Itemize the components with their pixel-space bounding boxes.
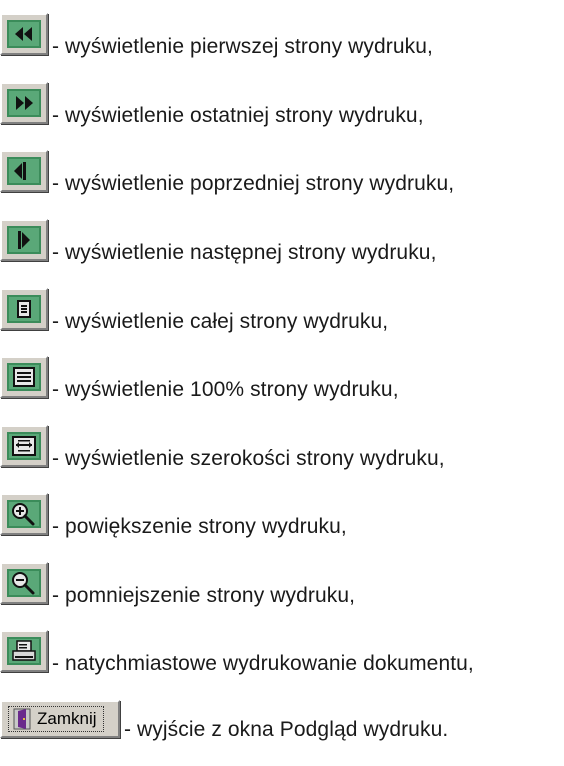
next-page-icon: [7, 226, 41, 254]
legend-row-zoom-out: - pomniejszenie strony wydruku,: [0, 562, 356, 607]
full-size-page-button[interactable]: [0, 356, 48, 398]
legend-text-previous-page: - wyświetlenie poprzedniej strony wydruk…: [52, 172, 455, 195]
legend-row-print: - natychmiastowe wydrukowanie dokumentu,: [0, 630, 474, 675]
previous-page-button[interactable]: [0, 150, 48, 192]
last-page-button[interactable]: [0, 82, 48, 124]
legend-row-whole-page: - wyświetlenie całej strony wydruku,: [0, 288, 389, 333]
legend-row-first-page: - wyświetlenie pierwszej strony wydruku,: [0, 13, 433, 58]
print-icon: [7, 637, 41, 665]
legend-row-close: Zamknij - wyjście z okna Podgląd wydruku…: [0, 700, 449, 741]
first-page-icon: [7, 20, 41, 48]
legend-text-page-width: - wyświetlenie szerokości strony wydruku…: [52, 447, 445, 470]
zoom-in-button[interactable]: [0, 493, 48, 535]
legend-row-previous-page: - wyświetlenie poprzedniej strony wydruk…: [0, 150, 455, 195]
legend-text-zoom-in: - powiększenie strony wydruku,: [52, 515, 347, 538]
legend-text-first-page: - wyświetlenie pierwszej strony wydruku,: [52, 35, 433, 58]
legend-text-close: - wyjście z okna Podgląd wydruku.: [124, 718, 449, 741]
next-page-button[interactable]: [0, 219, 48, 261]
page-width-icon: [7, 432, 41, 460]
legend-row-zoom-in: - powiększenie strony wydruku,: [0, 493, 347, 538]
legend-row-next-page: - wyświetlenie następnej strony wydruku,: [0, 219, 437, 264]
zoom-in-icon: [7, 500, 41, 528]
print-button[interactable]: [0, 630, 48, 672]
legend-row-last-page: - wyświetlenie ostatniej strony wydruku,: [0, 82, 424, 127]
close-button-label: Zamknij: [37, 709, 97, 728]
close-button[interactable]: Zamknij: [0, 700, 120, 738]
legend-text-print: - natychmiastowe wydrukowanie dokumentu,: [52, 652, 474, 675]
previous-page-icon: [7, 157, 41, 185]
legend-text-next-page: - wyświetlenie następnej strony wydruku,: [52, 241, 437, 264]
full-size-page-icon: [7, 363, 41, 391]
legend-text-whole-page: - wyświetlenie całej strony wydruku,: [52, 310, 389, 333]
first-page-button[interactable]: [0, 13, 48, 55]
last-page-icon: [7, 89, 41, 117]
whole-page-icon: [7, 295, 41, 323]
legend-text-last-page: - wyświetlenie ostatniej strony wydruku,: [52, 104, 424, 127]
legend-row-full-size-page: - wyświetlenie 100% strony wydruku,: [0, 356, 399, 401]
legend-text-full-size-page: - wyświetlenie 100% strony wydruku,: [52, 378, 399, 401]
close-button-focus-frame: Zamknij: [8, 706, 104, 732]
legend-row-page-width: - wyświetlenie szerokości strony wydruku…: [0, 425, 445, 470]
door-exit-icon: [13, 708, 31, 730]
zoom-out-icon: [7, 569, 41, 597]
legend-text-zoom-out: - pomniejszenie strony wydruku,: [52, 584, 356, 607]
page-width-button[interactable]: [0, 425, 48, 467]
whole-page-button[interactable]: [0, 288, 48, 330]
zoom-out-button[interactable]: [0, 562, 48, 604]
